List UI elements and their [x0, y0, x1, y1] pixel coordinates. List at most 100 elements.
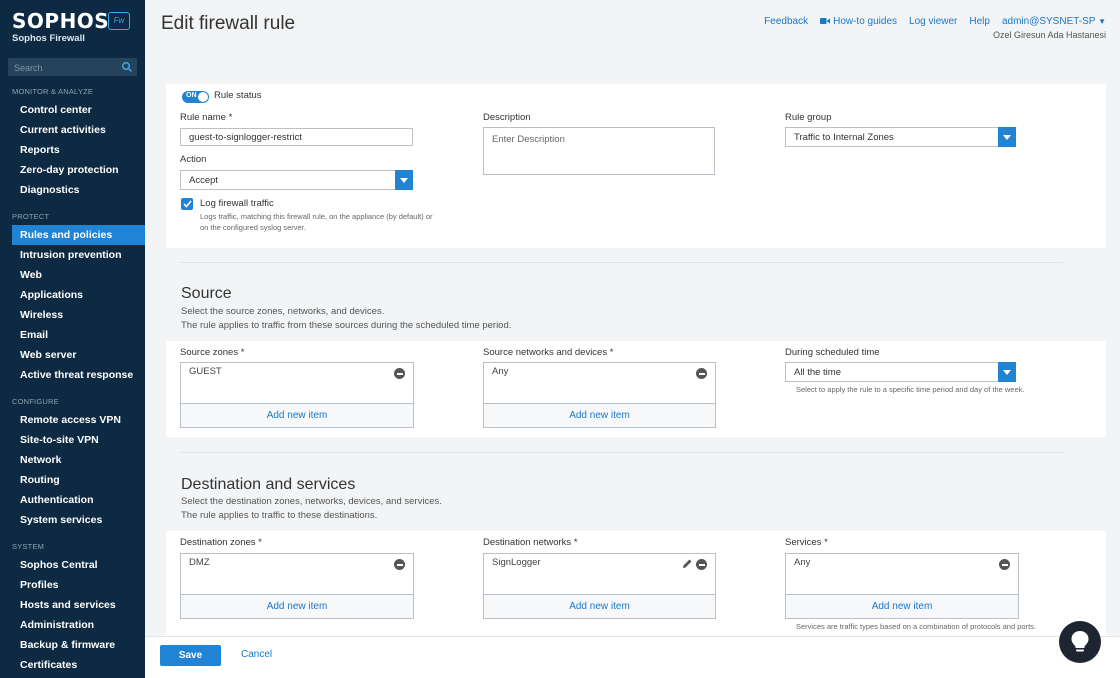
schedule-select[interactable]: All the time — [785, 362, 1016, 382]
sidebar-item-web[interactable]: Web — [0, 265, 145, 285]
destination-zone-item: DMZ — [189, 557, 210, 568]
sidebar-item-system-services[interactable]: System services — [0, 510, 145, 530]
nav-section-monitor: MONITOR & ANALYZE — [12, 87, 94, 96]
remove-icon[interactable] — [696, 368, 707, 379]
rule-status-label: Rule status — [214, 90, 262, 101]
how-to-guides-label: How-to guides — [833, 16, 898, 27]
sidebar-item-hosts-and-services[interactable]: Hosts and services — [0, 595, 145, 615]
sidebar-item-network[interactable]: Network — [0, 450, 145, 470]
destination-zones-label: Destination zones * — [180, 537, 262, 548]
remove-icon[interactable] — [394, 559, 405, 570]
remove-icon[interactable] — [696, 559, 707, 570]
sidebar-item-remote-access-vpn[interactable]: Remote access VPN — [0, 410, 145, 430]
organization-name: Ozel Giresun Ada Hastanesi — [992, 30, 1106, 40]
destination-network-item: SignLogger — [492, 557, 541, 568]
nav-section-protect: PROTECT — [12, 212, 50, 221]
video-camera-icon — [820, 18, 831, 25]
sidebar-search — [8, 58, 137, 77]
schedule-label: During scheduled time — [785, 347, 880, 358]
toggle-knob — [198, 92, 208, 102]
sidebar-item-backup-firmware[interactable]: Backup & firmware — [0, 635, 145, 655]
lightbulb-help-button[interactable] — [1059, 621, 1101, 663]
sidebar-item-active-threat-response[interactable]: Active threat response — [0, 365, 145, 385]
nav-section-system: SYSTEM — [12, 542, 45, 551]
fw-badge-icon: Fw — [108, 12, 130, 30]
chevron-down-icon[interactable] — [998, 362, 1016, 382]
source-desc-2: The rule applies to traffic from these s… — [181, 320, 512, 331]
schedule-selected-value: All the time — [794, 367, 841, 378]
source-networks-label: Source networks and devices * — [483, 347, 614, 358]
lightbulb-icon — [1071, 631, 1089, 652]
destination-zones-list: DMZ Add new item — [180, 553, 414, 619]
destination-networks-label: Destination networks * — [483, 537, 578, 548]
services-list: Any Add new item — [785, 553, 1019, 619]
source-section-title: Source — [181, 285, 232, 302]
source-networks-list: Any Add new item — [483, 362, 716, 428]
action-label: Action — [180, 154, 207, 165]
user-menu[interactable]: admin@SYSNET-SP ▼ — [1002, 16, 1106, 27]
sidebar-search-input[interactable] — [8, 59, 137, 77]
checkmark-icon — [182, 200, 192, 208]
description-textarea[interactable]: Enter Description — [483, 127, 715, 175]
add-source-zone-button[interactable]: Add new item — [181, 403, 413, 427]
search-icon[interactable] — [121, 61, 133, 73]
sidebar-item-email[interactable]: Email — [0, 325, 145, 345]
pencil-icon[interactable] — [682, 558, 693, 569]
how-to-guides-link[interactable]: How-to guides — [820, 16, 897, 27]
action-select[interactable]: Accept — [180, 170, 413, 190]
divider — [180, 262, 1063, 263]
sidebar-item-profiles[interactable]: Profiles — [0, 575, 145, 595]
sidebar-item-current-activities[interactable]: Current activities — [0, 120, 145, 140]
sidebar-item-intrusion-prevention[interactable]: Intrusion prevention — [0, 245, 145, 265]
sidebar-item-web-server[interactable]: Web server — [0, 345, 145, 365]
destination-networks-list: SignLogger Add new item — [483, 553, 716, 619]
sidebar-item-zero-day-protection[interactable]: Zero-day protection — [0, 160, 145, 180]
sidebar-item-administration[interactable]: Administration — [0, 615, 145, 635]
form-footer: Save Cancel — [145, 636, 1120, 678]
destination-desc-2: The rule applies to traffic to these des… — [181, 510, 378, 521]
rule-name-input[interactable]: guest-to-signlogger-restrict — [180, 128, 413, 146]
log-traffic-label: Log firewall traffic — [200, 198, 274, 209]
add-destination-zone-button[interactable]: Add new item — [181, 594, 413, 618]
add-source-network-button[interactable]: Add new item — [484, 403, 715, 427]
add-service-button[interactable]: Add new item — [786, 594, 1018, 618]
sidebar-item-authentication[interactable]: Authentication — [0, 490, 145, 510]
sidebar-item-rules-and-policies[interactable]: Rules and policies — [12, 225, 145, 245]
help-link[interactable]: Help — [969, 16, 990, 27]
sidebar: SOPHOS Sophos Firewall Fw MONITOR & ANAL… — [0, 0, 145, 678]
log-traffic-checkbox[interactable] — [181, 198, 193, 210]
description-label: Description — [483, 112, 531, 123]
source-zone-item: GUEST — [189, 366, 222, 377]
sidebar-item-diagnostics[interactable]: Diagnostics — [0, 180, 145, 200]
chevron-down-icon[interactable] — [395, 170, 413, 190]
sidebar-item-certificates[interactable]: Certificates — [0, 655, 145, 675]
chevron-down-icon[interactable] — [998, 127, 1016, 147]
rule-status-toggle[interactable]: ON — [182, 91, 209, 103]
list-item: SignLogger — [484, 554, 715, 574]
nav-section-configure: CONFIGURE — [12, 397, 59, 406]
rule-group-select[interactable]: Traffic to Internal Zones — [785, 127, 1016, 147]
feedback-link[interactable]: Feedback — [764, 16, 808, 27]
source-card: Source zones * GUEST Add new item Source… — [166, 341, 1106, 437]
services-hint: Services are traffic types based on a co… — [796, 622, 1036, 631]
destination-section-title: Destination and services — [181, 476, 356, 493]
page-title: Edit firewall rule — [161, 13, 296, 34]
log-viewer-link[interactable]: Log viewer — [909, 16, 957, 27]
remove-icon[interactable] — [394, 368, 405, 379]
user-name: admin@SYSNET-SP — [1001, 16, 1096, 27]
log-traffic-hint-2: on the configured syslog server. — [200, 223, 306, 232]
add-destination-network-button[interactable]: Add new item — [484, 594, 715, 618]
rule-general-card: ON Rule status Rule name * guest-to-sign… — [166, 84, 1106, 248]
schedule-hint: Select to apply the rule to a specific t… — [796, 385, 1025, 394]
sidebar-item-site-to-site-vpn[interactable]: Site-to-site VPN — [0, 430, 145, 450]
sidebar-item-control-center[interactable]: Control center — [0, 100, 145, 120]
sidebar-item-applications[interactable]: Applications — [0, 285, 145, 305]
sidebar-item-reports[interactable]: Reports — [0, 140, 145, 160]
sidebar-item-wireless[interactable]: Wireless — [0, 305, 145, 325]
cancel-button[interactable]: Cancel — [241, 649, 272, 660]
save-button[interactable]: Save — [160, 645, 221, 666]
rule-group-selected-value: Traffic to Internal Zones — [794, 132, 894, 143]
remove-icon[interactable] — [999, 559, 1010, 570]
sidebar-item-routing[interactable]: Routing — [0, 470, 145, 490]
sidebar-item-sophos-central[interactable]: Sophos Central — [0, 555, 145, 575]
